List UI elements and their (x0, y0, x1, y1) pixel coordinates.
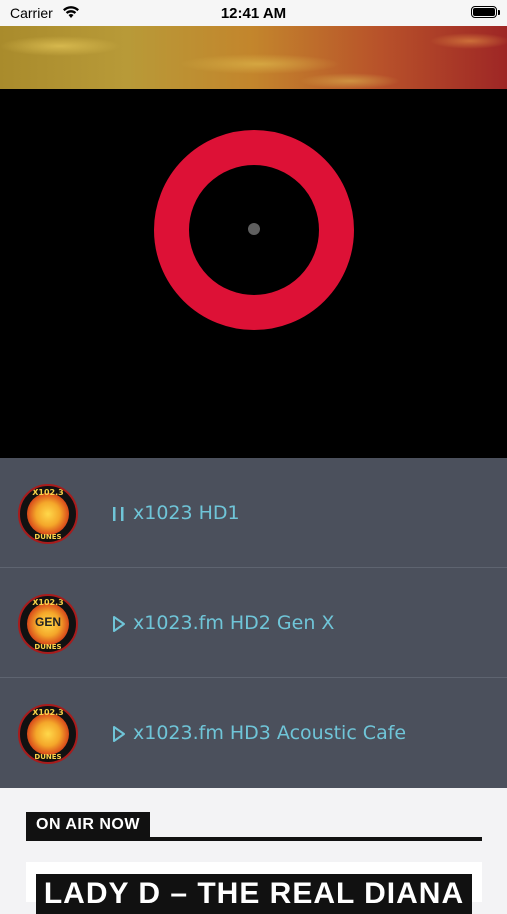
show-card[interactable]: LADY D – THE REAL DIANA (26, 862, 482, 914)
station-label: x1023.fm HD3 Acoustic Cafe (133, 722, 407, 744)
show-title: LADY D – THE REAL DIANA (36, 874, 472, 914)
battery-icon (471, 6, 500, 18)
play-icon[interactable] (111, 725, 127, 743)
station-logo-hd2: X102.3 GEN DUNES (18, 594, 78, 654)
loading-indicator (248, 223, 260, 235)
station-list: X102.3 DUNES x1023 HD1 X102.3 GEN DUNES … (0, 458, 507, 788)
station-logo-hd1: X102.3 DUNES (18, 484, 78, 544)
clock: 12:41 AM (220, 5, 287, 22)
header-banner (0, 26, 507, 89)
station-row-hd3[interactable]: X102.3 DUNES x1023.fm HD3 Acoustic Cafe (0, 678, 507, 787)
player-visualizer[interactable] (0, 89, 507, 458)
on-air-divider (26, 837, 482, 841)
play-icon[interactable] (111, 615, 127, 633)
station-row-hd2[interactable]: X102.3 GEN DUNES x1023.fm HD2 Gen X (0, 568, 507, 678)
station-logo-hd3: X102.3 DUNES (18, 704, 78, 764)
station-row-hd1[interactable]: X102.3 DUNES x1023 HD1 (0, 458, 507, 568)
on-air-section: ON AIR NOW LADY D – THE REAL DIANA (0, 788, 507, 914)
station-label: x1023.fm HD2 Gen X (133, 612, 335, 634)
on-air-heading: ON AIR NOW (26, 812, 150, 838)
station-label: x1023 HD1 (133, 502, 240, 524)
pause-icon[interactable] (111, 505, 127, 523)
status-bar: Carrier 12:41 AM (0, 0, 507, 26)
